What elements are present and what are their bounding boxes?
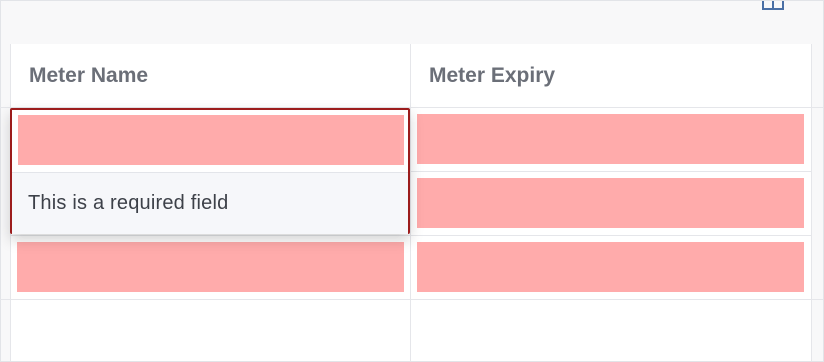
meter-expiry-input-row-3[interactable] — [417, 242, 804, 292]
meter-name-input-row-3[interactable] — [17, 242, 404, 292]
left-gutter — [0, 44, 10, 361]
empty-row — [11, 300, 811, 361]
column-header-label: Meter Expiry — [429, 63, 556, 87]
columns-icon[interactable] — [762, 0, 784, 10]
validation-message: This is a required field — [12, 172, 408, 234]
column-header-meter-expiry[interactable]: Meter Expiry — [411, 44, 811, 107]
column-header-meter-name[interactable]: Meter Name — [11, 44, 410, 107]
column-header-label: Meter Name — [29, 63, 149, 87]
meter-expiry-input-row-2[interactable] — [417, 178, 804, 228]
row-divider — [11, 235, 811, 236]
right-gutter — [811, 44, 823, 361]
meter-name-input-row-1[interactable] — [18, 115, 404, 165]
validation-message-text: This is a required field — [28, 192, 229, 214]
validation-error-popover: This is a required field — [10, 108, 410, 234]
meter-expiry-input-row-1[interactable] — [417, 114, 804, 164]
